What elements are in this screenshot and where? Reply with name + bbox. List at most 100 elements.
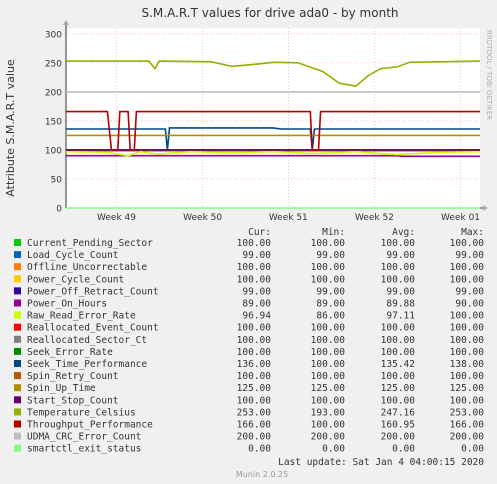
legend-swatch	[14, 384, 21, 392]
legend-swatch	[14, 420, 21, 428]
legend-value-max: 125.00	[450, 383, 485, 394]
legend-value-avg: 200.00	[381, 432, 416, 443]
legend-label: Reallocated_Event_Count	[27, 323, 159, 334]
legend-value-max: 253.00	[450, 407, 485, 418]
legend-value-cur: 200.00	[237, 432, 272, 443]
legend-value-min: 193.00	[311, 407, 346, 418]
x-tick-label: Week 51	[269, 213, 308, 223]
legend-value-max: 0.00	[461, 444, 484, 455]
legend-value-cur: 253.00	[237, 407, 272, 418]
legend-swatch	[14, 396, 21, 404]
legend-swatch	[14, 275, 21, 283]
legend-value-avg: 160.95	[381, 420, 415, 431]
chart-title: S.M.A.R.T values for drive ada0 - by mon…	[141, 6, 398, 20]
legend-value-min: 100.00	[311, 238, 346, 249]
y-axis-label: Attribute S.M.A.R.T value	[4, 59, 17, 197]
legend-swatch	[14, 335, 21, 343]
legend-swatch	[14, 287, 21, 295]
legend-value-max: 100.00	[450, 311, 485, 322]
x-axis-arrow	[483, 205, 488, 211]
legend-value-avg: 100.00	[381, 395, 416, 406]
legend-swatch	[14, 347, 21, 355]
legend-label: Load_Cycle_Count	[27, 250, 119, 261]
legend-label: Power_Cycle_Count	[27, 274, 124, 285]
legend-header: Min:	[322, 227, 345, 238]
legend-header: Max:	[461, 227, 484, 238]
legend-value-avg: 100.00	[381, 274, 416, 285]
legend-value-avg: 100.00	[381, 347, 416, 358]
legend-swatch	[14, 372, 21, 380]
legend-value-min: 100.00	[311, 335, 346, 346]
legend-value-cur: 99.00	[242, 286, 271, 297]
legend-value-cur: 100.00	[237, 347, 272, 358]
munin-version: Munin 2.0.25	[236, 470, 288, 479]
x-tick-label: Week 52	[355, 213, 394, 223]
legend-value-cur: 100.00	[237, 395, 272, 406]
legend-label: Power_On_Hours	[27, 299, 107, 310]
legend-label: UDMA_CRC_Error_Count	[27, 432, 141, 443]
legend-value-avg: 99.00	[386, 286, 415, 297]
legend-label: Raw_Read_Error_Rate	[27, 311, 136, 322]
legend-header: Avg:	[392, 227, 415, 238]
legend-swatch	[14, 239, 21, 246]
legend-value-max: 100.00	[450, 371, 485, 382]
legend-value-min: 100.00	[311, 347, 346, 358]
legend-label: Spin_Retry_Count	[27, 371, 119, 382]
y-tick-label: 200	[45, 88, 62, 98]
legend-swatch	[14, 263, 21, 271]
legend-value-min: 100.00	[311, 274, 346, 285]
legend-value-avg: 247.16	[381, 407, 416, 418]
legend-swatch	[14, 360, 21, 367]
legend-value-avg: 89.88	[386, 299, 415, 310]
legend-value-avg: 97.11	[386, 311, 415, 322]
legend-label: Offline_Uncorrectable	[27, 262, 147, 273]
legend-label: Throughput_Performance	[27, 420, 153, 431]
legend-value-cur: 100.00	[237, 371, 272, 382]
legend-value-min: 99.00	[316, 286, 345, 297]
legend-value-avg: 99.00	[386, 250, 415, 261]
x-tick-label: Week 50	[183, 213, 222, 223]
legend-value-cur: 99.00	[242, 250, 271, 261]
legend-value-cur: 166.00	[237, 420, 272, 431]
legend-value-avg: 100.00	[381, 262, 416, 273]
legend-swatch	[14, 251, 21, 259]
legend-value-max: 90.00	[455, 299, 484, 310]
legend-swatch	[14, 432, 21, 440]
legend-value-avg: 125.00	[381, 383, 416, 394]
legend-value-avg: 100.00	[381, 335, 416, 346]
legend-value-max: 100.00	[450, 323, 485, 334]
y-tick-label: 150	[45, 117, 62, 127]
legend-value-min: 200.00	[311, 432, 346, 443]
legend-label: Current_Pending_Sector	[27, 238, 153, 249]
legend-value-cur: 100.00	[237, 335, 272, 346]
legend-value-max: 100.00	[450, 238, 485, 249]
legend-label: Seek_Error_Rate	[27, 347, 113, 358]
legend-value-max: 100.00	[450, 274, 485, 285]
legend-value-max: 99.00	[455, 250, 484, 261]
legend-value-cur: 100.00	[237, 238, 272, 249]
legend-value-min: 100.00	[311, 420, 346, 431]
legend-label: Temperature_Celsius	[27, 407, 136, 418]
legend-swatch	[14, 408, 21, 416]
legend-value-cur: 125.00	[237, 383, 272, 394]
legend-value-max: 100.00	[450, 347, 485, 358]
legend-value-avg: 135.42	[381, 359, 415, 370]
legend-value-min: 125.00	[311, 383, 346, 394]
chart: S.M.A.R.T values for drive ada0 - by mon…	[4, 6, 493, 479]
y-axis-arrow	[63, 20, 69, 25]
last-update: Last update: Sat Jan 4 04:00:15 2020	[278, 457, 484, 468]
legend-label: Power_Off_Retract_Count	[27, 286, 159, 297]
legend-value-cur: 89.00	[242, 299, 271, 310]
legend-value-avg: 100.00	[381, 323, 416, 334]
rrdtool-side-label: RRDTOOL / TOBI OETIKER	[485, 30, 493, 120]
legend-value-min: 0.00	[322, 444, 345, 455]
legend-value-max: 99.00	[455, 286, 484, 297]
legend-swatch	[14, 311, 21, 319]
legend-value-max: 138.00	[450, 359, 485, 370]
legend-value-cur: 0.00	[248, 444, 271, 455]
legend-value-min: 100.00	[311, 395, 346, 406]
legend-value-max: 100.00	[450, 335, 485, 346]
x-tick-label: Week 01	[441, 213, 480, 223]
y-tick-label: 0	[56, 205, 62, 215]
legend-value-min: 100.00	[311, 359, 346, 370]
